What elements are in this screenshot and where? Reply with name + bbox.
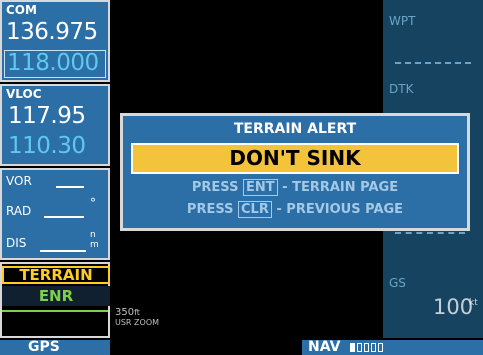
map-range-unit: ft — [134, 308, 140, 317]
com-active-frequency: 136.975 — [6, 19, 98, 45]
ete-value-dash — [395, 232, 465, 234]
dis-label: DIS — [6, 236, 27, 250]
alert-line2-prefix: PRESS — [186, 202, 239, 217]
vloc-active-frequency: 117.95 — [8, 103, 86, 129]
vor-ident-dash — [56, 186, 84, 188]
alert-instruction-clr: PRESS CLR - PREVIOUS PAGE — [123, 201, 467, 218]
map-range: 350ft — [115, 308, 140, 318]
wpt-label: WPT — [389, 14, 416, 28]
alert-line2-text: - PREVIOUS PAGE — [271, 202, 404, 217]
cdi-mode-panel: TERRAIN ENR — [0, 262, 110, 338]
gs-value: 100 — [433, 295, 474, 319]
gs-label: GS — [389, 276, 406, 290]
alert-line1-prefix: PRESS — [191, 180, 243, 195]
com-label: COM — [6, 3, 37, 17]
nav-bar-5 — [378, 343, 383, 352]
dis-unit-m: m — [90, 240, 99, 250]
flight-phase-label: ENR — [2, 286, 110, 306]
wpt-value-dash — [395, 62, 471, 64]
nav-status-bar: NAV — [302, 340, 483, 355]
gs-unit: kt — [469, 298, 478, 308]
nav-bar-2 — [357, 343, 362, 352]
dtk-label: DTK — [389, 82, 414, 96]
nav-bar-1 — [350, 343, 355, 352]
map-range-mode: USR ZOOM — [115, 318, 160, 327]
vloc-standby-frequency[interactable]: 110.30 — [8, 134, 86, 158]
com-standby-frequency[interactable]: 118.000 — [4, 50, 106, 78]
degree-symbol: ° — [90, 196, 96, 210]
alert-message: DON'T SINK — [131, 143, 459, 174]
nav-label: NAV — [308, 339, 341, 355]
cdi-divider — [2, 310, 108, 312]
dis-value-dash — [40, 250, 86, 252]
rad-label: RAD — [6, 204, 32, 218]
alert-line1-text: - TERRAIN PAGE — [277, 180, 399, 195]
dis-unit-n: n — [90, 230, 96, 240]
rad-value-dash — [44, 216, 84, 218]
map-range-value: 350 — [115, 307, 135, 318]
alert-instruction-ent: PRESS ENT - TERRAIN PAGE — [123, 179, 467, 196]
terrain-mode-label: TERRAIN — [2, 266, 110, 284]
vloc-panel[interactable]: VLOC 117.95 110.30 — [0, 84, 110, 166]
vloc-label: VLOC — [6, 87, 42, 101]
com-panel[interactable]: COM 136.975 118.000 — [0, 0, 110, 82]
ent-key-hint[interactable]: ENT — [242, 179, 278, 196]
nav-bar-3 — [364, 343, 369, 352]
alert-title: TERRAIN ALERT — [233, 121, 357, 137]
gps-status-bar: GPS — [0, 340, 110, 355]
terrain-alert-dialog: TERRAIN ALERT DON'T SINK PRESS ENT - TER… — [120, 113, 470, 231]
nav-bar-4 — [371, 343, 376, 352]
vor-panel: VOR RAD ° DIS n m — [0, 168, 110, 260]
vor-label: VOR — [6, 174, 32, 188]
clr-key-hint[interactable]: CLR — [238, 201, 272, 218]
